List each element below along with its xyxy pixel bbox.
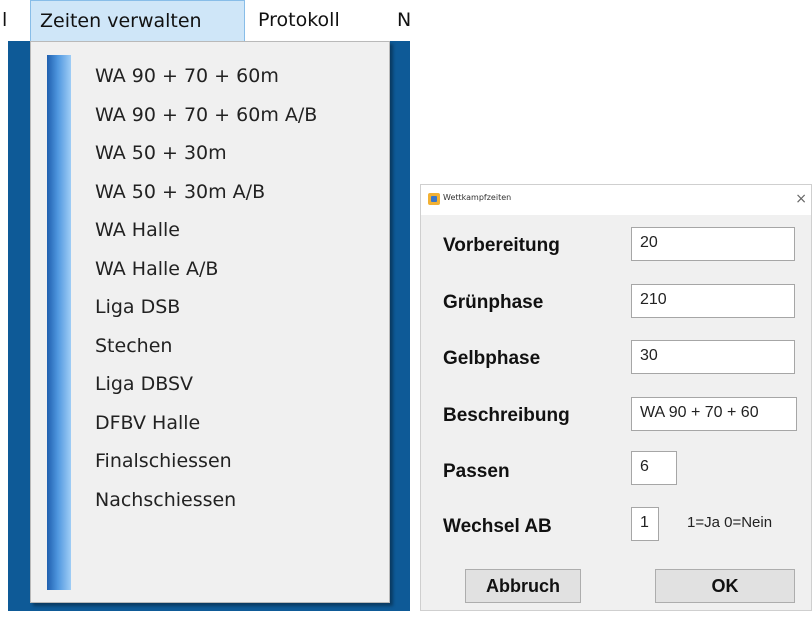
menu-bar: l Zeiten verwalten Protokoll N [0, 0, 410, 41]
vorbereitung-field[interactable]: 20 [631, 227, 795, 261]
gruenphase-field[interactable]: 210 [631, 284, 795, 318]
passen-field[interactable]: 6 [631, 451, 677, 485]
dialog-title: Wettkampfzeiten [443, 193, 512, 202]
menu-item-dfbv-halle[interactable]: DFBV Halle [95, 404, 317, 443]
ok-button[interactable]: OK [655, 569, 795, 603]
menu-item-list: WA 90 + 70 + 60m WA 90 + 70 + 60m A/B WA… [95, 57, 317, 519]
label-beschreibung: Beschreibung [443, 405, 570, 426]
zeiten-dropdown-menu: WA 90 + 70 + 60m WA 90 + 70 + 60m A/B WA… [30, 41, 390, 603]
app-icon [428, 193, 440, 205]
wechsel-ab-field[interactable]: 1 [631, 507, 659, 541]
label-wechsel-ab: Wechsel AB [443, 516, 552, 537]
close-icon[interactable]: × [795, 189, 807, 209]
menu-item-partial-right[interactable]: N [397, 0, 410, 41]
menu-item-partial-left[interactable]: l [2, 0, 7, 41]
menu-gradient-strip [47, 55, 71, 590]
wechsel-hint: 1=Ja 0=Nein [687, 514, 773, 531]
label-gruenphase: Grünphase [443, 292, 544, 313]
gelbphase-field[interactable]: 30 [631, 340, 795, 374]
menu-item-wa-90-70-60m[interactable]: WA 90 + 70 + 60m [95, 57, 317, 96]
menu-item-wa-90-70-60m-ab[interactable]: WA 90 + 70 + 60m A/B [95, 96, 317, 135]
menu-item-wa-50-30m-ab[interactable]: WA 50 + 30m A/B [95, 173, 317, 212]
menu-zeiten-verwalten[interactable]: Zeiten verwalten [30, 0, 245, 41]
wettkampfzeiten-dialog: Wettkampfzeiten × Vorbereitung 20 Grünph… [420, 184, 812, 611]
label-passen: Passen [443, 461, 510, 482]
dialog-titlebar[interactable]: Wettkampfzeiten × [421, 185, 811, 215]
menu-item-nachschiessen[interactable]: Nachschiessen [95, 481, 317, 520]
menu-item-wa-50-30m[interactable]: WA 50 + 30m [95, 134, 317, 173]
menu-item-wa-halle-ab[interactable]: WA Halle A/B [95, 250, 317, 289]
beschreibung-field[interactable]: WA 90 + 70 + 60 [631, 397, 797, 431]
menu-protokoll[interactable]: Protokoll [258, 0, 340, 41]
menu-item-liga-dsb[interactable]: Liga DSB [95, 288, 317, 327]
label-gelbphase: Gelbphase [443, 348, 541, 369]
menu-item-stechen[interactable]: Stechen [95, 327, 317, 366]
menu-item-wa-halle[interactable]: WA Halle [95, 211, 317, 250]
menu-item-finalschiessen[interactable]: Finalschiessen [95, 442, 317, 481]
label-vorbereitung: Vorbereitung [443, 235, 560, 256]
menu-item-liga-dbsv[interactable]: Liga DBSV [95, 365, 317, 404]
abbruch-button[interactable]: Abbruch [465, 569, 581, 603]
